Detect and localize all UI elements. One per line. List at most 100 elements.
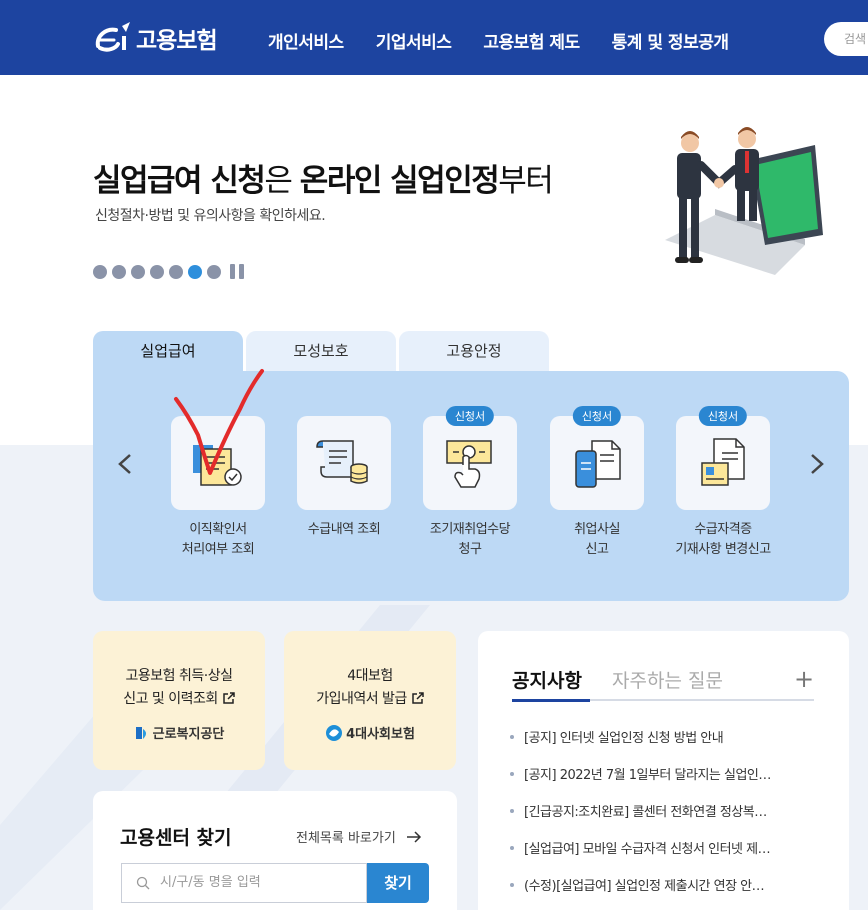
carousel-dot[interactable] (169, 264, 183, 279)
carousel-indicators (93, 264, 248, 279)
carousel-dot[interactable] (112, 264, 126, 279)
find-button[interactable]: 찾기 (367, 863, 429, 903)
logo-text: 고용보험 (136, 28, 218, 54)
service-label-line1: 이직확인서 (189, 522, 247, 537)
service-icon-box (171, 416, 265, 510)
nav-personal-services[interactable]: 개인서비스 (268, 28, 344, 53)
main-nav: 개인서비스 기업서비스 고용보험 제도 통계 및 정보공개 (268, 28, 761, 53)
application-badge: 신청서 (572, 406, 622, 426)
service-label: 수급자격증 기재사항 변경신고 (653, 520, 793, 560)
search-placeholder: 시/구/동 명을 입력 (160, 875, 261, 890)
top-header: 고용보험 개인서비스 기업서비스 고용보험 제도 통계 및 정보공개 검색 (0, 0, 868, 75)
card-insurance-history[interactable]: 고용보험 취득·상실 신고 및 이력조회 근로복지공단 (93, 631, 265, 770)
center-search-input[interactable]: 시/구/동 명을 입력 (121, 863, 367, 903)
carousel-dot[interactable] (93, 264, 107, 279)
ei-logo-icon (95, 22, 130, 52)
service-icon-box: 신청서 (423, 406, 517, 510)
card-text: 고용보험 취득·상실 신고 및 이력조회 (93, 665, 265, 711)
finder-title: 고용센터 찾기 (120, 827, 232, 849)
application-badge: 신청서 (445, 406, 495, 426)
money-hand-icon (446, 440, 492, 488)
tab-underline-active (512, 699, 590, 702)
card-line2-wrap: 가입내역서 발급 (284, 688, 456, 711)
external-link-icon (412, 692, 424, 704)
service-label-line2: 처리여부 조회 (181, 542, 255, 557)
service-label-line2: 청구 (458, 542, 482, 557)
comwel-logo-icon (135, 726, 146, 739)
service-resignation-check[interactable]: 이직확인서 처리여부 조회 (171, 416, 265, 560)
tab-unemployment-benefit[interactable]: 실업급여 (93, 331, 243, 372)
service-label-line2: 신고 (585, 542, 609, 557)
arrow-right-icon (406, 831, 422, 843)
service-qualification-change[interactable]: 신청서 수급자격증 기재사항 변경신고 (675, 406, 771, 560)
service-label: 이직확인서 처리여부 조회 (148, 520, 288, 560)
card-line2-wrap: 신고 및 이력조회 (93, 688, 265, 711)
card-line1: 4대보험 (347, 668, 393, 684)
service-employment-report[interactable]: 신청서 취업사실 신고 (550, 406, 644, 560)
card-org-name: 4대사회보험 (346, 727, 415, 742)
header-search-input[interactable]: 검색 (824, 22, 868, 56)
service-label: 수급내역 조회 (274, 520, 414, 540)
handshake-laptop-illustration (665, 127, 823, 275)
logo[interactable]: 고용보험 (92, 18, 218, 58)
hero-subtitle: 신청절차·방법 및 유의사항을 확인하세요. (95, 208, 326, 224)
external-link-icon (223, 692, 235, 704)
document-check-icon (193, 445, 242, 486)
notice-item[interactable]: (수정)[실업급여] 실업인정 제출시간 연장 안… (510, 875, 810, 910)
more-plus-icon[interactable]: + (794, 665, 814, 693)
card-text: 4대보험 가입내역서 발급 (284, 665, 456, 711)
service-label-line2: 기재사항 변경신고 (675, 542, 771, 557)
tab-employment-stability[interactable]: 고용안정 (399, 331, 549, 372)
tab-maternity-protection[interactable]: 모성보호 (246, 331, 396, 372)
hero-title-part2: 은 (264, 163, 300, 199)
notice-item[interactable]: [실업급여] 모바일 수급자격 신청서 인터넷 제… (510, 838, 810, 875)
service-tabs: 실업급여 모성보호 고용안정 (93, 331, 552, 372)
notice-item[interactable]: [공지] 2022년 7월 1일부터 달라지는 실업인… (510, 764, 810, 801)
service-label-line1: 취업사실 (574, 522, 620, 537)
carousel-dot[interactable] (207, 264, 221, 279)
card-line2: 가입내역서 발급 (316, 691, 407, 707)
carousel-dot[interactable] (131, 264, 145, 279)
hero-title-part3: 온라인 실업인정 (299, 163, 500, 199)
notice-list: [공지] 인터넷 실업인정 신청 방법 안내 [공지] 2022년 7월 1일부… (510, 727, 810, 910)
service-early-reemployment[interactable]: 신청서 조기재취업수당 청구 (423, 406, 517, 560)
carousel-dot[interactable] (150, 264, 164, 279)
hero-title: 실업급여 신청은 온라인 실업인정부터 (93, 155, 554, 200)
mobile-document-icon (575, 440, 621, 488)
prev-arrow-icon[interactable] (114, 452, 138, 476)
card-org: 근로복지공단 (93, 723, 265, 742)
scroll-coins-icon (316, 440, 368, 484)
next-arrow-icon[interactable] (804, 452, 828, 476)
document-card-icon (701, 438, 745, 486)
service-label-line1: 수급내역 조회 (307, 522, 381, 537)
service-label-line1: 수급자격증 (694, 522, 752, 537)
service-icon-box (297, 416, 391, 510)
view-all-link[interactable]: 전체목록 바로가기 (296, 827, 422, 846)
notice-panel: 공지사항 자주하는 질문 + [공지] 인터넷 실업인정 신청 방법 안내 [공… (478, 631, 849, 910)
card-four-insurance[interactable]: 4대보험 가입내역서 발급 4대사회보험 (284, 631, 456, 770)
tab-notice[interactable]: 공지사항 (512, 666, 582, 693)
pause-icon[interactable] (230, 264, 248, 279)
service-icon-box: 신청서 (550, 406, 644, 510)
service-label: 취업사실 신고 (527, 520, 667, 560)
nav-business-services[interactable]: 기업서비스 (376, 28, 452, 53)
card-line2: 신고 및 이력조회 (123, 691, 218, 707)
center-finder: 고용센터 찾기 전체목록 바로가기 시/구/동 명을 입력 찾기 (93, 791, 457, 910)
hero-title-part1: 실업급여 신청 (93, 163, 266, 199)
view-all-label: 전체목록 바로가기 (296, 831, 396, 846)
card-org: 4대사회보험 (284, 723, 456, 742)
application-badge: 신청서 (698, 406, 748, 426)
card-line1: 고용보험 취득·상실 (125, 668, 233, 684)
nav-insurance-system[interactable]: 고용보험 제도 (483, 28, 580, 53)
four-insurance-logo-icon (326, 724, 343, 741)
search-icon (136, 876, 150, 890)
service-benefit-history[interactable]: 수급내역 조회 (297, 416, 391, 540)
notice-item[interactable]: [긴급공지:조치완료] 콜센터 전화연결 정상복… (510, 801, 810, 838)
service-label-line1: 조기재취업수당 (429, 522, 511, 537)
nav-statistics[interactable]: 통계 및 정보공개 (612, 28, 729, 53)
notice-item[interactable]: [공지] 인터넷 실업인정 신청 방법 안내 (510, 727, 810, 764)
card-org-name: 근로복지공단 (152, 727, 225, 742)
tab-faq[interactable]: 자주하는 질문 (612, 666, 723, 693)
service-label: 조기재취업수당 청구 (400, 520, 540, 560)
carousel-dot-active[interactable] (188, 264, 202, 279)
